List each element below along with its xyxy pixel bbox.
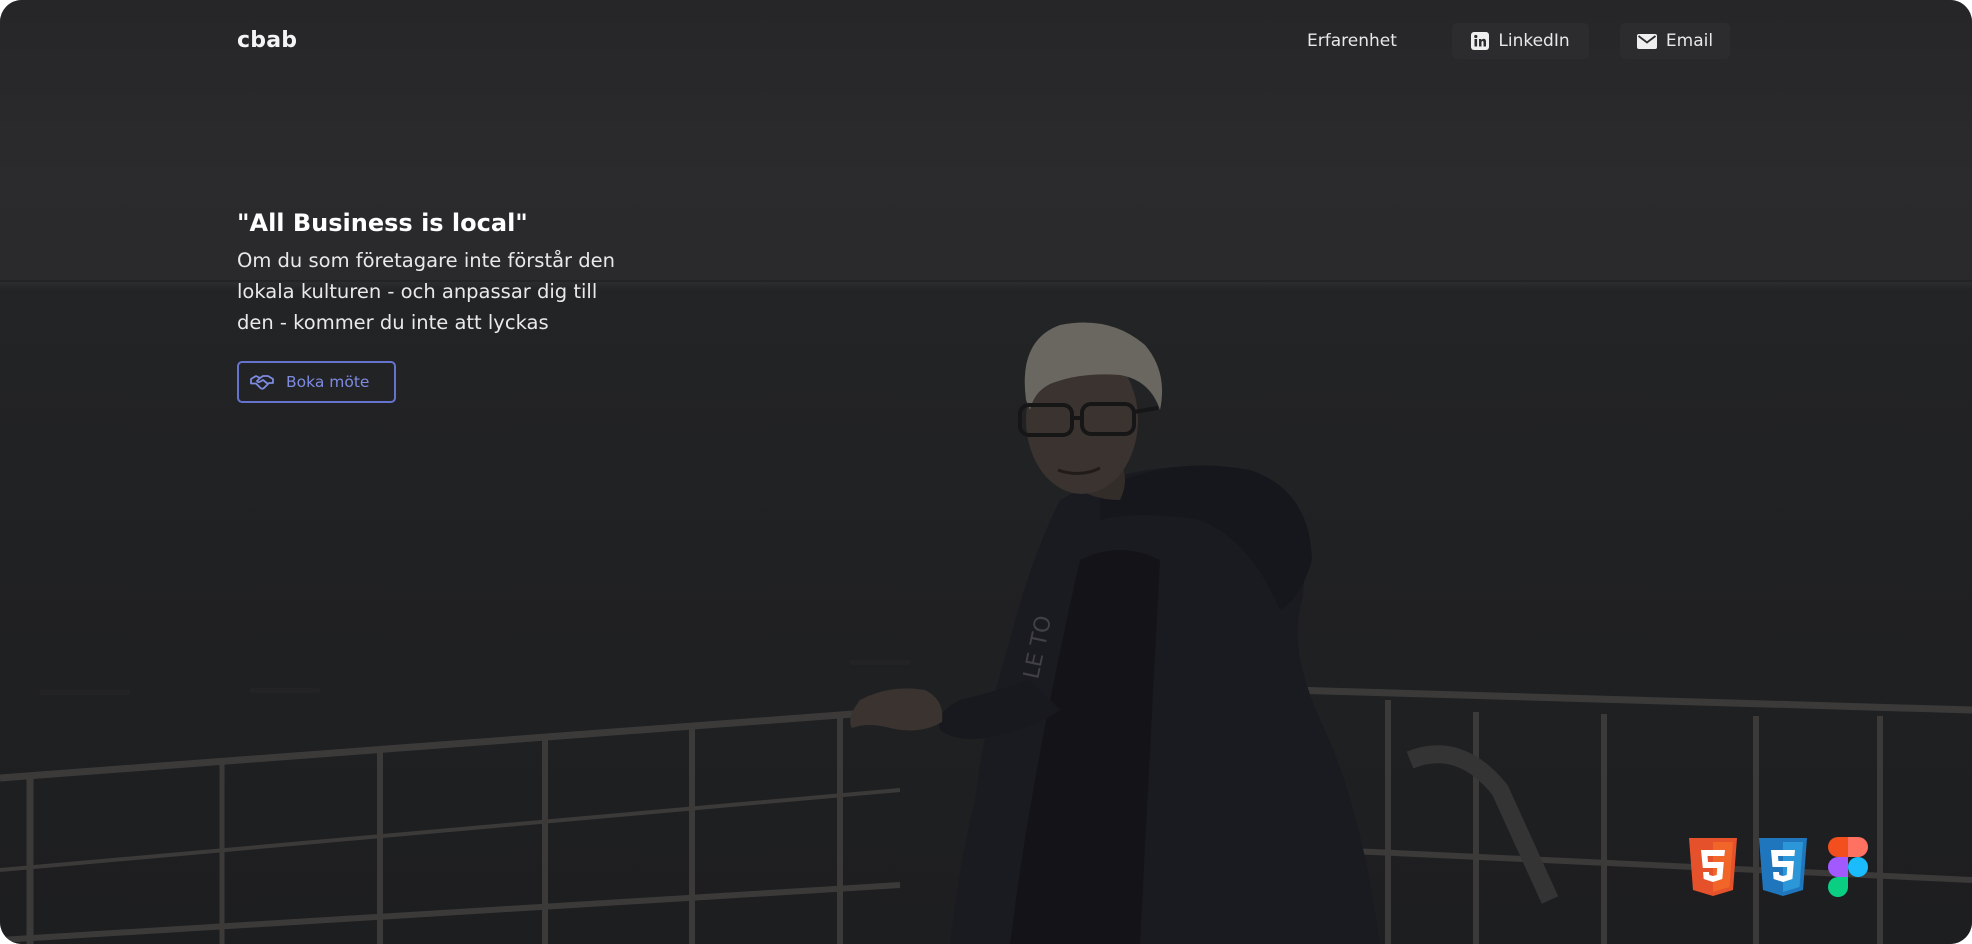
mail-icon — [1636, 33, 1657, 49]
email-button[interactable]: Email — [1620, 23, 1730, 59]
hero-quote: "All Business is local" — [237, 209, 528, 237]
sea-texture — [40, 660, 910, 695]
person-figure: LE TO — [850, 322, 1380, 944]
linkedin-icon — [1471, 32, 1490, 50]
linkedin-button-label: LinkedIn — [1498, 31, 1570, 51]
app-frame: LE TO cbab Erfarenhet LinkedIn Email "Al… — [0, 0, 1972, 944]
email-button-label: Email — [1665, 31, 1714, 51]
nav-link-experience[interactable]: Erfarenhet — [1290, 23, 1414, 59]
figma-icon — [1826, 836, 1870, 898]
linkedin-button[interactable]: LinkedIn — [1452, 23, 1589, 59]
css3-icon — [1757, 836, 1809, 898]
nav-link-experience-label: Erfarenhet — [1307, 31, 1397, 51]
book-meeting-button-label: Boka möte — [286, 373, 370, 391]
hero-background-photo: LE TO — [0, 322, 1972, 944]
handshake-icon — [250, 374, 274, 390]
railing-right — [1289, 686, 1972, 944]
railing-left — [0, 708, 901, 944]
hero-description: Om du som företagare inte förstår den lo… — [237, 245, 667, 338]
hero-description-line: den - kommer du inte att lyckas — [237, 311, 549, 334]
site-logo[interactable]: cbab — [237, 28, 297, 53]
hero-description-line: Om du som företagare inte förstår den — [237, 249, 615, 272]
html5-icon — [1686, 836, 1740, 898]
hero-description-line: lokala kulturen - och anpassar dig till — [237, 280, 598, 303]
book-meeting-button[interactable]: Boka möte — [237, 361, 396, 403]
